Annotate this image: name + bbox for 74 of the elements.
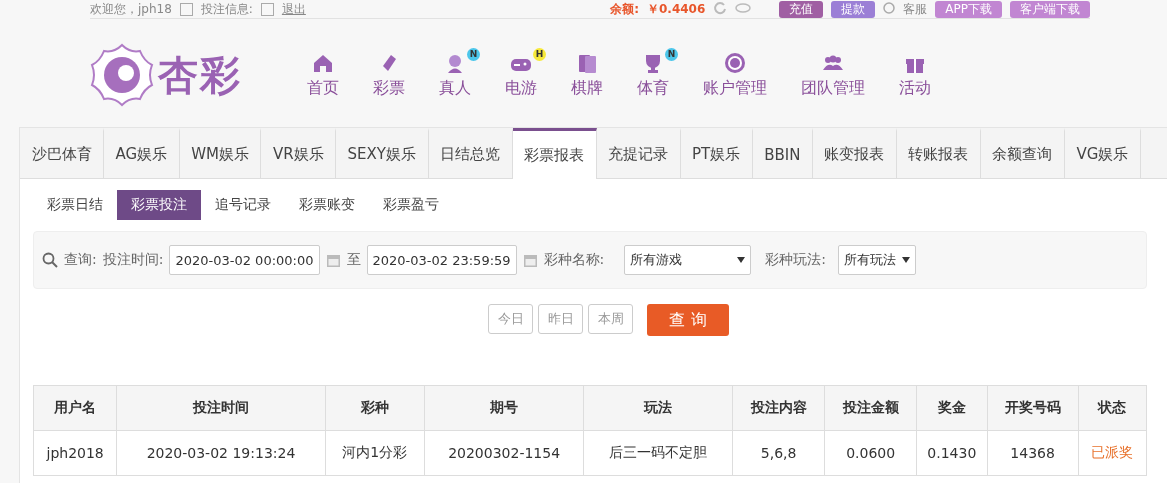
to-label: 至 xyxy=(346,251,361,269)
start-time-field[interactable]: 2020-03-02 00:00:00 xyxy=(169,245,320,275)
column-header: 投注金额 xyxy=(824,385,917,431)
report-tab[interactable]: 日结总览 xyxy=(428,128,513,178)
table-cell: 后三一码不定胆 xyxy=(583,430,733,476)
report-tab[interactable]: 充提记录 xyxy=(596,128,681,178)
column-header: 期号 xyxy=(424,385,584,431)
status-cell: 已派奖 xyxy=(1078,430,1147,476)
nav-link[interactable]: 活动 xyxy=(899,77,931,99)
service-link[interactable]: 客服 xyxy=(903,0,928,18)
column-header: 奖金 xyxy=(916,385,988,431)
table-cell: 20200302-1154 xyxy=(424,430,584,476)
message-label: 投注信息: xyxy=(200,0,253,18)
table-cell: 14368 xyxy=(987,430,1079,476)
column-header: 玩法 xyxy=(583,385,733,431)
search-button[interactable]: 查 询 xyxy=(647,304,729,336)
nav-link[interactable]: 体育 xyxy=(637,77,669,99)
sub-tab[interactable]: 彩票日结 xyxy=(33,190,117,220)
game-name-label: 彩种名称: xyxy=(543,251,605,269)
report-tab[interactable]: 沙巴体育 xyxy=(20,128,104,178)
column-header: 投注内容 xyxy=(732,385,825,431)
report-tab[interactable]: PT娱乐 xyxy=(680,128,753,178)
column-header: 彩种 xyxy=(325,385,425,431)
report-tab[interactable]: 余额查询 xyxy=(981,128,1065,178)
game-dropdown[interactable]: 所有游戏 xyxy=(624,245,752,275)
balance-amount: ￥0.4406 xyxy=(647,0,706,18)
report-tab[interactable]: 账变报表 xyxy=(813,128,897,178)
end-time-field[interactable]: 2020-03-02 23:59:59 xyxy=(366,245,517,275)
bet-time-label: 投注时间: xyxy=(102,251,164,269)
logo-text[interactable]: 杏彩 xyxy=(158,47,242,103)
nav-badge: H xyxy=(533,47,546,61)
search-icon xyxy=(42,252,58,268)
table-cell: 5,6,8 xyxy=(732,430,825,476)
nav-link[interactable]: 账户管理 xyxy=(703,77,767,99)
table-cell: 0.1430 xyxy=(916,430,988,476)
welcome-text: 欢迎您，jph18 xyxy=(90,0,172,18)
sub-tab[interactable]: 追号记录 xyxy=(201,190,285,220)
sub-tab[interactable]: 彩票盈亏 xyxy=(369,190,453,220)
nav-badge: N xyxy=(467,47,480,61)
column-header: 投注时间 xyxy=(116,385,326,431)
sub-tab[interactable]: 彩票账变 xyxy=(285,190,369,220)
play-dropdown[interactable]: 所有玩法 xyxy=(838,245,917,275)
column-header: 开奖号码 xyxy=(987,385,1079,431)
table-cell: jph2018 xyxy=(33,430,117,476)
nav-badge: N xyxy=(665,47,678,61)
logout-link[interactable]: 退出 xyxy=(281,0,306,18)
table-cell: 河内1分彩 xyxy=(325,430,425,476)
report-tab[interactable]: VG娱乐 xyxy=(1065,128,1141,178)
nav-link[interactable]: 电游 xyxy=(505,77,537,99)
nav-link[interactable]: 真人 xyxy=(439,77,471,99)
sub-tab[interactable]: 彩票投注 xyxy=(117,190,201,220)
report-tab[interactable]: SEXY娱乐 xyxy=(336,128,429,178)
table-cell: 0.0600 xyxy=(824,430,917,476)
nav-link[interactable]: 首页 xyxy=(307,77,339,99)
nav-link[interactable]: 彩票 xyxy=(373,77,405,99)
caret-icon xyxy=(902,257,911,263)
caret-icon xyxy=(737,257,746,263)
report-tab[interactable]: 转账报表 xyxy=(897,128,981,178)
report-tab[interactable]: WM娱乐 xyxy=(179,128,262,178)
table-cell: 2020-03-02 19:13:24 xyxy=(116,430,326,476)
report-tab[interactable]: VR娱乐 xyxy=(261,128,337,178)
report-tab[interactable]: BBIN xyxy=(752,128,813,178)
coin-icon[interactable] xyxy=(724,51,746,74)
report-tab[interactable]: 彩票报表 xyxy=(512,128,597,179)
play-type-label: 彩种玩法: xyxy=(765,251,827,269)
nav-link[interactable]: 棋牌 xyxy=(571,77,603,99)
balance-label: 余额: xyxy=(610,0,639,18)
nav-link[interactable]: 团队管理 xyxy=(801,77,865,99)
query-label: 查询: xyxy=(64,251,97,269)
logo-emblem-icon xyxy=(90,43,154,107)
report-tab[interactable]: AG娱乐 xyxy=(104,128,180,178)
column-header: 状态 xyxy=(1078,385,1147,431)
column-header: 用户名 xyxy=(33,385,117,431)
deposit-button[interactable]: 充值 xyxy=(779,0,824,18)
